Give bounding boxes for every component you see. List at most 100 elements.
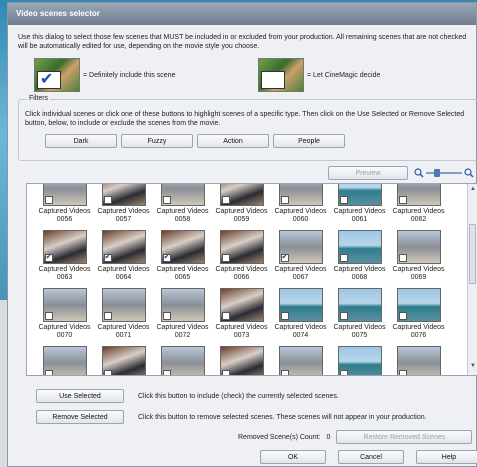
scene-thumbnail[interactable]: [219, 184, 264, 206]
scene-checkbox[interactable]: [221, 254, 230, 262]
scene-tile[interactable]: [212, 346, 271, 375]
scene-tile[interactable]: [330, 346, 389, 375]
scene-thumbnail[interactable]: [278, 230, 323, 264]
cancel-button[interactable]: Cancel: [338, 450, 404, 464]
scene-thumbnail[interactable]: [101, 288, 146, 322]
scene-thumbnail[interactable]: [42, 346, 87, 375]
scene-checkbox[interactable]: [221, 370, 230, 375]
scene-checkbox[interactable]: [162, 312, 171, 320]
help-button[interactable]: Help: [416, 450, 477, 464]
scene-checkbox[interactable]: [44, 196, 53, 204]
scene-thumbnail[interactable]: [160, 288, 205, 322]
filter-fuzzy-button[interactable]: Fuzzy: [121, 134, 193, 148]
scene-tile[interactable]: Captured Videos 0071: [94, 288, 153, 340]
scene-tile[interactable]: Captured Videos0067: [271, 230, 330, 282]
scene-thumbnail[interactable]: [42, 184, 87, 206]
scene-tile[interactable]: Captured Videos 0072: [153, 288, 212, 340]
scene-tile[interactable]: Captured Videos 0074: [271, 288, 330, 340]
scene-tile[interactable]: [389, 346, 448, 375]
scene-checkbox[interactable]: [339, 370, 348, 375]
scene-tile[interactable]: Captured Videos 0076: [389, 288, 448, 340]
scene-checkbox[interactable]: [44, 312, 53, 320]
scene-tile[interactable]: Captured Videos0064: [94, 230, 153, 282]
scene-thumbnail[interactable]: [278, 184, 323, 206]
scene-thumbnail[interactable]: [337, 184, 382, 206]
remove-selected-button[interactable]: Remove Selected: [36, 410, 124, 424]
scene-thumbnail[interactable]: [396, 230, 441, 264]
scene-tile[interactable]: Captured Videos 0057: [94, 184, 153, 224]
zoom-track[interactable]: [426, 169, 462, 177]
scene-thumbnail[interactable]: [337, 288, 382, 322]
scene-checkbox[interactable]: [339, 312, 348, 320]
scene-tile[interactable]: Captured Videos 0073: [212, 288, 271, 340]
scene-thumbnail[interactable]: [278, 346, 323, 375]
scene-thumbnail[interactable]: [219, 346, 264, 375]
scroll-thumb[interactable]: [469, 224, 476, 284]
scene-thumbnail[interactable]: [101, 230, 146, 264]
scene-tile[interactable]: Captured Videos 0070: [35, 288, 94, 340]
scene-checkbox[interactable]: [280, 196, 289, 204]
scene-thumbnail[interactable]: [337, 346, 382, 375]
scene-thumbnail[interactable]: [160, 346, 205, 375]
scene-thumbnail[interactable]: [219, 288, 264, 322]
scene-checkbox[interactable]: [398, 312, 407, 320]
scene-tile[interactable]: [94, 346, 153, 375]
scene-tile[interactable]: Captured Videos 0061: [330, 184, 389, 224]
restore-removed-button[interactable]: Restore Removed Scenes: [336, 430, 473, 444]
scene-thumbnail[interactable]: [278, 288, 323, 322]
scene-thumbnail[interactable]: [160, 230, 205, 264]
use-selected-button[interactable]: Use Selected: [36, 389, 124, 403]
scene-checkbox[interactable]: [280, 370, 289, 375]
scene-thumbnail[interactable]: [396, 346, 441, 375]
scene-checkbox[interactable]: [103, 370, 112, 375]
scene-tile[interactable]: [271, 346, 330, 375]
scene-checkbox[interactable]: [44, 370, 53, 375]
scene-thumbnail[interactable]: [337, 230, 382, 264]
scene-thumbnail[interactable]: [42, 288, 87, 322]
scene-checkbox[interactable]: [280, 312, 289, 320]
scene-checkbox[interactable]: [398, 254, 407, 262]
scene-tile[interactable]: Captured Videos 0058: [153, 184, 212, 224]
scene-checkbox[interactable]: [103, 196, 112, 204]
scene-thumbnail[interactable]: [42, 230, 87, 264]
filter-people-button[interactable]: People: [273, 134, 345, 148]
scene-tile[interactable]: Captured Videos0063: [35, 230, 94, 282]
filter-action-button[interactable]: Action: [197, 134, 269, 148]
scene-thumbnail[interactable]: [160, 184, 205, 206]
scene-checkbox[interactable]: [280, 252, 289, 262]
zoom-knob[interactable]: [434, 169, 440, 177]
scene-thumbnail[interactable]: [396, 184, 441, 206]
scene-thumbnail[interactable]: [396, 288, 441, 322]
scroll-up-icon[interactable]: ▲: [468, 186, 477, 196]
scene-checkbox[interactable]: [398, 196, 407, 204]
scene-tile[interactable]: Captured Videos 0069: [389, 230, 448, 282]
scene-checkbox[interactable]: [221, 312, 230, 320]
scene-checkbox[interactable]: [162, 196, 171, 204]
scene-checkbox[interactable]: [103, 252, 112, 262]
scene-tile[interactable]: Captured Videos 0059: [212, 184, 271, 224]
scene-checkbox[interactable]: [44, 252, 53, 262]
scene-tile[interactable]: Captured Videos 0056: [35, 184, 94, 224]
scene-thumbnail[interactable]: [101, 346, 146, 375]
scene-tile[interactable]: [153, 346, 212, 375]
scene-tile[interactable]: Captured Videos 0066: [212, 230, 271, 282]
scene-tile[interactable]: Captured Videos 0075: [330, 288, 389, 340]
scene-checkbox[interactable]: [103, 312, 112, 320]
scene-tile[interactable]: [35, 346, 94, 375]
scene-thumbnail[interactable]: [101, 184, 146, 206]
scene-checkbox[interactable]: [398, 370, 407, 375]
scene-checkbox[interactable]: [339, 196, 348, 204]
scene-checkbox[interactable]: [339, 254, 348, 262]
scene-tile[interactable]: Captured Videos0065: [153, 230, 212, 282]
scene-thumbnail[interactable]: [219, 230, 264, 264]
scene-checkbox[interactable]: [162, 252, 171, 262]
scene-checkbox[interactable]: [162, 370, 171, 375]
vertical-scrollbar[interactable]: ▲ ▼: [467, 184, 477, 375]
scroll-down-icon[interactable]: ▼: [468, 363, 477, 373]
scene-tile[interactable]: Captured Videos 0060: [271, 184, 330, 224]
zoom-slider[interactable]: [414, 168, 474, 178]
scene-tile[interactable]: Captured Videos 0068: [330, 230, 389, 282]
ok-button[interactable]: OK: [260, 450, 326, 464]
preview-button[interactable]: Preview: [328, 166, 408, 180]
filter-dark-button[interactable]: Dark: [45, 134, 117, 148]
